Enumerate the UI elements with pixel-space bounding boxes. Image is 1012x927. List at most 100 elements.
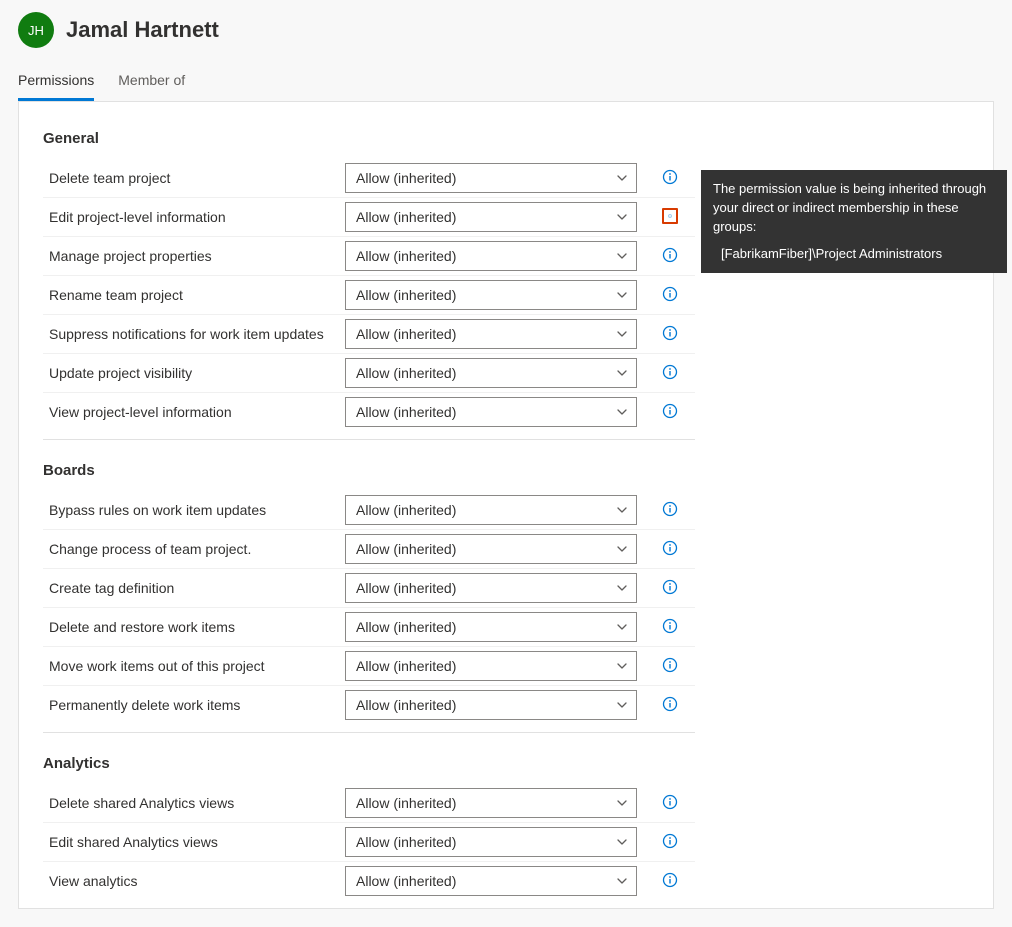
info-icon[interactable] <box>662 325 678 341</box>
section-divider <box>43 732 695 733</box>
table-row: Permanently delete work items Allow (inhe… <box>43 686 695 725</box>
permission-select[interactable]: Allow (inherited) <box>345 534 637 564</box>
permission-label: Permanently delete work items <box>43 686 345 725</box>
page-title: Jamal Hartnett <box>66 17 219 43</box>
permission-label: Suppress notifications for work item upd… <box>43 315 345 354</box>
table-row: Suppress notifications for work item upd… <box>43 315 695 354</box>
permission-value: Allow (inherited) <box>356 580 456 596</box>
section-title: General <box>43 130 969 147</box>
table-row: Move work items out of this project Allow… <box>43 647 695 686</box>
permissions-table: Delete shared Analytics viewsAllow (inhe… <box>43 784 695 900</box>
info-icon[interactable] <box>662 794 678 810</box>
info-icon[interactable] <box>662 833 678 849</box>
tooltip-group: [FabrikamFiber]\Project Administrators <box>713 245 995 264</box>
info-icon[interactable] <box>662 247 678 263</box>
chevron-down-icon <box>616 367 628 379</box>
permission-select[interactable]: Allow (inherited) <box>345 397 637 427</box>
table-row: View project-level information Allow (inh… <box>43 393 695 432</box>
permission-select[interactable]: Allow (inherited) <box>345 495 637 525</box>
permission-select[interactable]: Allow (inherited) <box>345 690 637 720</box>
permission-label: Create tag definition <box>43 569 345 608</box>
chevron-down-icon <box>616 543 628 555</box>
table-row: Rename team projectAllow (inherited) <box>43 276 695 315</box>
permission-value: Allow (inherited) <box>356 365 456 381</box>
permission-select[interactable]: Allow (inherited) <box>345 280 637 310</box>
info-icon[interactable] <box>662 579 678 595</box>
chevron-down-icon <box>616 504 628 516</box>
permission-label: Delete team project <box>43 159 345 198</box>
tab-permissions[interactable]: Permissions <box>18 66 94 101</box>
chevron-down-icon <box>616 699 628 711</box>
permission-label: Update project visibility <box>43 354 345 393</box>
permission-value: Allow (inherited) <box>356 658 456 674</box>
permission-value: Allow (inherited) <box>356 541 456 557</box>
permission-label: Manage project properties <box>43 237 345 276</box>
permission-label: Edit shared Analytics views <box>43 823 345 862</box>
section-divider <box>43 439 695 440</box>
permission-select[interactable]: Allow (inherited) <box>345 827 637 857</box>
chevron-down-icon <box>616 289 628 301</box>
permission-label: Change process of team project. <box>43 530 345 569</box>
info-icon[interactable] <box>662 403 678 419</box>
chevron-down-icon <box>616 250 628 262</box>
permission-value: Allow (inherited) <box>356 697 456 713</box>
permission-value: Allow (inherited) <box>356 502 456 518</box>
permissions-table: Delete team projectAllow (inherited)Edit… <box>43 159 695 431</box>
permissions-table: Bypass rules on work item updatesAllow (… <box>43 491 695 724</box>
tooltip-text: The permission value is being inherited … <box>713 180 995 237</box>
permission-value: Allow (inherited) <box>356 795 456 811</box>
section-title: Analytics <box>43 755 969 772</box>
info-icon[interactable] <box>662 208 678 224</box>
permission-select[interactable]: Allow (inherited) <box>345 163 637 193</box>
chevron-down-icon <box>616 660 628 672</box>
permission-select[interactable]: Allow (inherited) <box>345 319 637 349</box>
permission-select[interactable]: Allow (inherited) <box>345 612 637 642</box>
permission-select[interactable]: Allow (inherited) <box>345 202 637 232</box>
permissions-panel: The permission value is being inherited … <box>18 101 994 909</box>
permission-value: Allow (inherited) <box>356 873 456 889</box>
permission-select[interactable]: Allow (inherited) <box>345 573 637 603</box>
table-row: Edit project-level information Allow (inh… <box>43 198 695 237</box>
info-icon[interactable] <box>662 872 678 888</box>
chevron-down-icon <box>616 211 628 223</box>
info-icon[interactable] <box>662 618 678 634</box>
table-row: Delete team project Allow (inherited) <box>43 159 695 198</box>
table-row: Change process of team project. Allow (in… <box>43 530 695 569</box>
permission-label: Move work items out of this project <box>43 647 345 686</box>
permission-label: Edit project-level information <box>43 198 345 237</box>
info-icon[interactable] <box>662 657 678 673</box>
permission-value: Allow (inherited) <box>356 326 456 342</box>
permission-value: Allow (inherited) <box>356 170 456 186</box>
permission-value: Allow (inherited) <box>356 209 456 225</box>
tab-bar: Permissions Member of <box>18 66 994 101</box>
permission-value: Allow (inherited) <box>356 404 456 420</box>
chevron-down-icon <box>616 621 628 633</box>
permission-select[interactable]: Allow (inherited) <box>345 241 637 271</box>
table-row: Delete and restore work itemsAllow (inhe… <box>43 608 695 647</box>
table-row: Create tag definition Allow (inherited) <box>43 569 695 608</box>
table-row: View analytics Allow (inherited) <box>43 862 695 901</box>
permission-label: View analytics <box>43 862 345 901</box>
permission-select[interactable]: Allow (inherited) <box>345 651 637 681</box>
chevron-down-icon <box>616 328 628 340</box>
permission-select[interactable]: Allow (inherited) <box>345 866 637 896</box>
table-row: Update project visibility Allow (inherite… <box>43 354 695 393</box>
info-icon[interactable] <box>662 696 678 712</box>
permission-select[interactable]: Allow (inherited) <box>345 788 637 818</box>
permission-label: View project-level information <box>43 393 345 432</box>
permission-value: Allow (inherited) <box>356 248 456 264</box>
permission-value: Allow (inherited) <box>356 619 456 635</box>
info-icon[interactable] <box>662 540 678 556</box>
permission-select[interactable]: Allow (inherited) <box>345 358 637 388</box>
info-icon[interactable] <box>662 286 678 302</box>
chevron-down-icon <box>616 406 628 418</box>
avatar: JH <box>18 12 54 48</box>
info-icon[interactable] <box>662 364 678 380</box>
chevron-down-icon <box>616 797 628 809</box>
info-icon[interactable] <box>662 501 678 517</box>
permission-label: Delete shared Analytics views <box>43 784 345 823</box>
permission-label: Rename team project <box>43 276 345 315</box>
chevron-down-icon <box>616 582 628 594</box>
tab-member-of[interactable]: Member of <box>118 66 185 101</box>
info-icon[interactable] <box>662 169 678 185</box>
